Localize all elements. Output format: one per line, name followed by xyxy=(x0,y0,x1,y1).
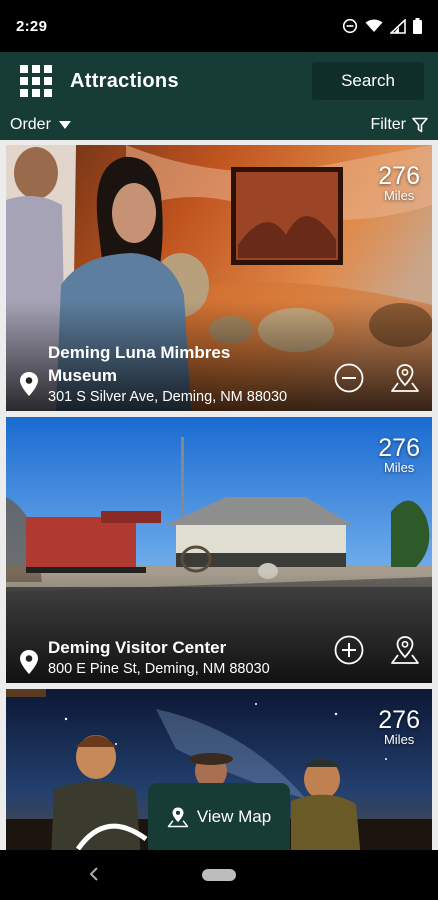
system-navigation-bar xyxy=(0,850,438,900)
attraction-name: Deming Visitor Center xyxy=(48,638,227,657)
distance-unit: Miles xyxy=(383,732,415,747)
attractions-list[interactable]: 276 Miles Deming Luna Mimbres Museum 301… xyxy=(0,140,438,850)
status-bar: 2:29 xyxy=(0,0,438,52)
distance-value: 276 xyxy=(378,706,420,734)
distance-unit: Miles xyxy=(383,460,415,475)
distance-badge: 276 Miles xyxy=(378,435,420,475)
status-time: 2:29 xyxy=(16,17,48,35)
app-bar: Attractions Search xyxy=(0,52,438,110)
attraction-info: Deming Visitor Center 800 E Pine St, Dem… xyxy=(18,636,270,679)
do-not-disturb-icon xyxy=(342,18,358,34)
back-icon[interactable] xyxy=(88,866,100,882)
view-map-label: View Map xyxy=(196,806,272,826)
plus-circle-icon[interactable] xyxy=(334,635,364,665)
view-map-button[interactable]: View Map xyxy=(148,783,290,850)
directions-map-icon[interactable] xyxy=(390,635,420,665)
location-pin-icon xyxy=(20,372,38,396)
order-dropdown[interactable]: Order xyxy=(10,116,71,134)
attraction-card[interactable]: 276 Miles Deming Visitor Center 800 E Pi… xyxy=(6,417,432,683)
distance-value: 276 xyxy=(378,162,420,190)
cell-signal-icon xyxy=(390,18,406,34)
attraction-address: 301 S Silver Ave, Deming, NM 88030 xyxy=(48,389,288,405)
attraction-name: Deming Luna Mimbres Museum xyxy=(48,343,231,385)
map-pin-icon xyxy=(167,806,189,827)
location-pin-icon xyxy=(20,650,38,674)
filter-label: Filter xyxy=(370,116,406,133)
battery-icon xyxy=(413,18,422,34)
distance-value: 276 xyxy=(378,434,420,462)
distance-badge: 276 Miles xyxy=(378,707,420,747)
minus-circle-icon[interactable] xyxy=(334,363,364,393)
distance-badge: 276 Miles xyxy=(378,163,420,203)
order-label: Order xyxy=(10,116,51,133)
card-actions xyxy=(334,363,420,393)
home-pill[interactable] xyxy=(202,869,236,881)
apps-menu-icon[interactable] xyxy=(20,65,52,97)
wifi-icon xyxy=(365,19,383,32)
card-actions xyxy=(334,635,420,665)
directions-map-icon[interactable] xyxy=(390,363,420,393)
filter-funnel-icon xyxy=(412,117,428,133)
attraction-card[interactable]: 276 Miles Deming Luna Mimbres Museum 301… xyxy=(6,145,432,411)
attraction-info: Deming Luna Mimbres Museum 301 S Silver … xyxy=(18,341,287,407)
status-icons xyxy=(342,18,422,34)
filter-button[interactable]: Filter xyxy=(370,116,428,134)
search-button[interactable]: Search xyxy=(312,62,424,100)
attraction-address: 800 E Pine St, Deming, NM 88030 xyxy=(48,661,270,677)
caret-down-icon xyxy=(58,121,71,129)
page-title: Attractions xyxy=(70,69,179,92)
sort-filter-bar: Order Filter xyxy=(0,110,438,140)
distance-unit: Miles xyxy=(383,188,415,203)
